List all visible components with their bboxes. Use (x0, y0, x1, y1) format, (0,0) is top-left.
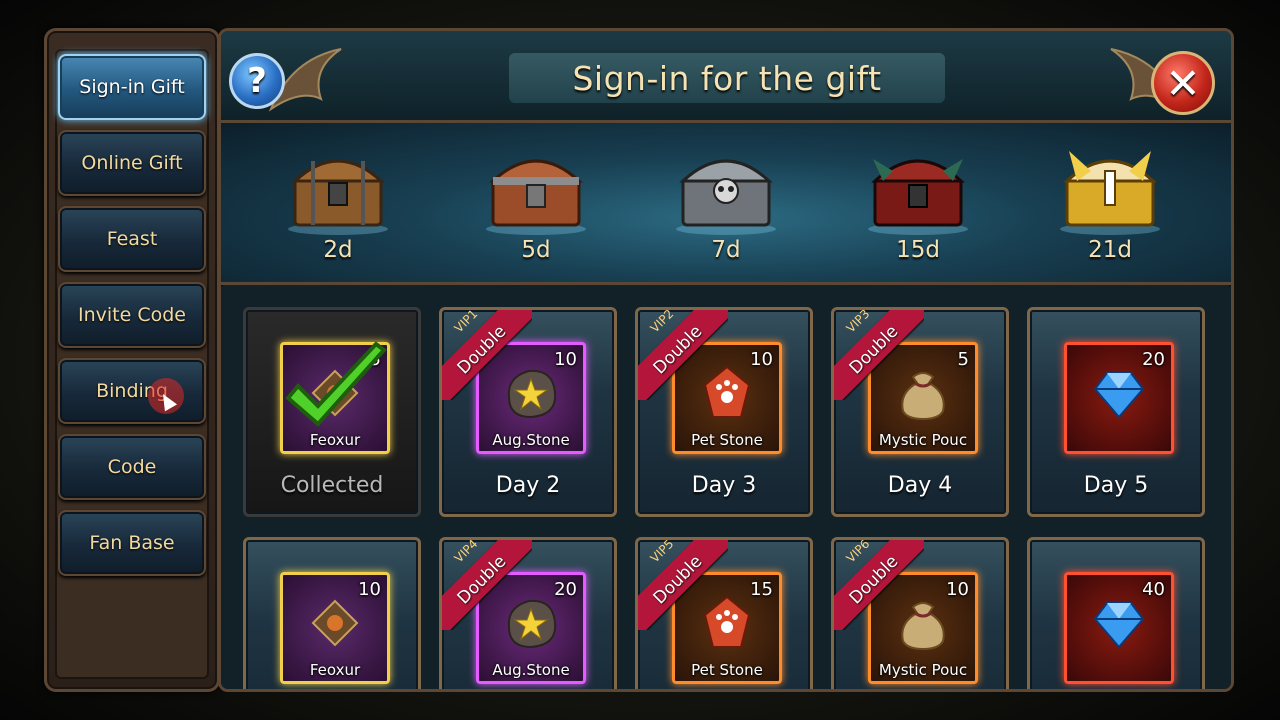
item-name: Mystic Pouc (878, 431, 968, 449)
question-icon: ? (247, 61, 267, 101)
vip-ribbon: VIP2 Double (638, 310, 728, 400)
vip-ribbon: VIP6 Double (834, 540, 924, 630)
item-count: 40 (1142, 579, 1165, 600)
red-dragon-chest-icon (868, 159, 968, 235)
item-name: Mystic Pouc (878, 661, 968, 679)
checkmark-icon (285, 341, 387, 427)
item-count: 20 (554, 579, 577, 600)
feoxur-icon (311, 599, 359, 647)
sidebar-item-label: Code (107, 456, 157, 478)
vip-ribbon: VIP4 Double (442, 540, 532, 630)
reward-card-day-1[interactable]: 5 Feoxur Collected (243, 307, 421, 517)
item-frame: 20 (1064, 342, 1174, 454)
sidebar-item-label: Sign-in Gift (79, 76, 185, 98)
item-count: 20 (1142, 349, 1165, 370)
chest-label: 2d (323, 237, 353, 263)
reward-card-day-3[interactable]: 10 Pet Stone VIP2 Double Day 3 (635, 307, 813, 517)
chest-milestone-15d[interactable]: 15d (863, 141, 973, 273)
chest-label: 5d (521, 237, 551, 263)
item-name: Pet Stone (691, 431, 763, 449)
reward-card-day-10[interactable]: 40 (1027, 537, 1205, 689)
chest-milestone-7d[interactable]: 7d (671, 141, 781, 273)
help-button[interactable]: ? (229, 53, 285, 109)
page-title: Sign-in for the gift (572, 58, 882, 98)
chest-milestone-2d[interactable]: 2d (283, 141, 393, 273)
chest-milestone-5d[interactable]: 5d (481, 141, 591, 273)
item-count: 15 (750, 579, 773, 600)
chest-label: 15d (896, 237, 940, 263)
item-frame: 40 (1064, 572, 1174, 684)
item-count: 10 (554, 349, 577, 370)
day-label: Day 3 (691, 473, 757, 498)
item-frame: 10 Feoxur (280, 572, 390, 684)
vip-ribbon: VIP1 Double (442, 310, 532, 400)
reward-card-day-6[interactable]: 10 Feoxur (243, 537, 421, 689)
item-count: 10 (358, 579, 381, 600)
blue-diamond-icon (1093, 372, 1145, 419)
day-label: Collected (280, 473, 384, 498)
close-icon: ✕ (1165, 58, 1201, 108)
sidebar-item-label: Fan Base (89, 532, 175, 554)
day-label: Day 4 (887, 473, 953, 498)
sidebar-item-sign-in-gift[interactable]: Sign-in Gift (58, 54, 206, 120)
sidebar-item-code[interactable]: Code (58, 434, 206, 500)
reward-card-day-7[interactable]: 20 Aug.Stone VIP4 Double (439, 537, 617, 689)
reward-card-day-9[interactable]: 10 Mystic Pouc VIP6 Double (831, 537, 1009, 689)
sidebar-item-label: Online Gift (81, 152, 183, 174)
item-name: Pet Stone (691, 661, 763, 679)
item-count: 10 (750, 349, 773, 370)
item-name: Feoxur (309, 661, 361, 679)
sidebar-item-label: Invite Code (78, 304, 186, 326)
reward-card-day-8[interactable]: 15 Pet Stone VIP5 Double (635, 537, 813, 689)
sidebar-item-feast[interactable]: Feast (58, 206, 206, 272)
vip-ribbon: VIP3 Double (834, 310, 924, 400)
wooden-chest-icon (288, 159, 388, 235)
sidebar-item-fan-base[interactable]: Fan Base (58, 510, 206, 576)
title-plate: Sign-in for the gift (509, 53, 945, 103)
golden-chest-icon (1060, 151, 1160, 235)
sidebar-item-label: Feast (106, 228, 158, 250)
bronze-chest-icon (486, 159, 586, 235)
chest-milestones: 2d 5d 7d 15d 21d (221, 123, 1231, 285)
item-name: Aug.Stone (492, 661, 570, 679)
reward-grid: 5 Feoxur Collected 10 Aug.Stone VIP1 Dou… (221, 287, 1231, 689)
vip-ribbon: VIP5 Double (638, 540, 728, 630)
chest-milestone-21d[interactable]: 21d (1055, 141, 1165, 273)
close-button[interactable]: ✕ (1151, 51, 1215, 115)
reward-card-day-2[interactable]: 10 Aug.Stone VIP1 Double Day 2 (439, 307, 617, 517)
silver-skull-chest-icon (676, 159, 776, 235)
item-name: Aug.Stone (492, 431, 570, 449)
day-label: Day 5 (1083, 473, 1149, 498)
item-count: 10 (946, 579, 969, 600)
blue-diamond-icon (1093, 602, 1145, 649)
reward-card-day-5[interactable]: 20 Day 5 (1027, 307, 1205, 517)
sidebar-item-online-gift[interactable]: Online Gift (58, 130, 206, 196)
item-count: 5 (957, 349, 969, 370)
chest-label: 7d (711, 237, 741, 263)
main-panel: ? Sign-in for the gift ✕ 2d 5d 7d 15d 21… (218, 28, 1234, 692)
sidebar-item-invite-code[interactable]: Invite Code (58, 282, 206, 348)
header-bar: ? Sign-in for the gift ✕ (221, 31, 1231, 123)
day-label: Day 2 (495, 473, 561, 498)
chest-label: 21d (1088, 237, 1132, 263)
reward-card-day-4[interactable]: 5 Mystic Pouc VIP3 Double Day 4 (831, 307, 1009, 517)
sidebar-item-binding[interactable]: Binding (58, 358, 206, 424)
